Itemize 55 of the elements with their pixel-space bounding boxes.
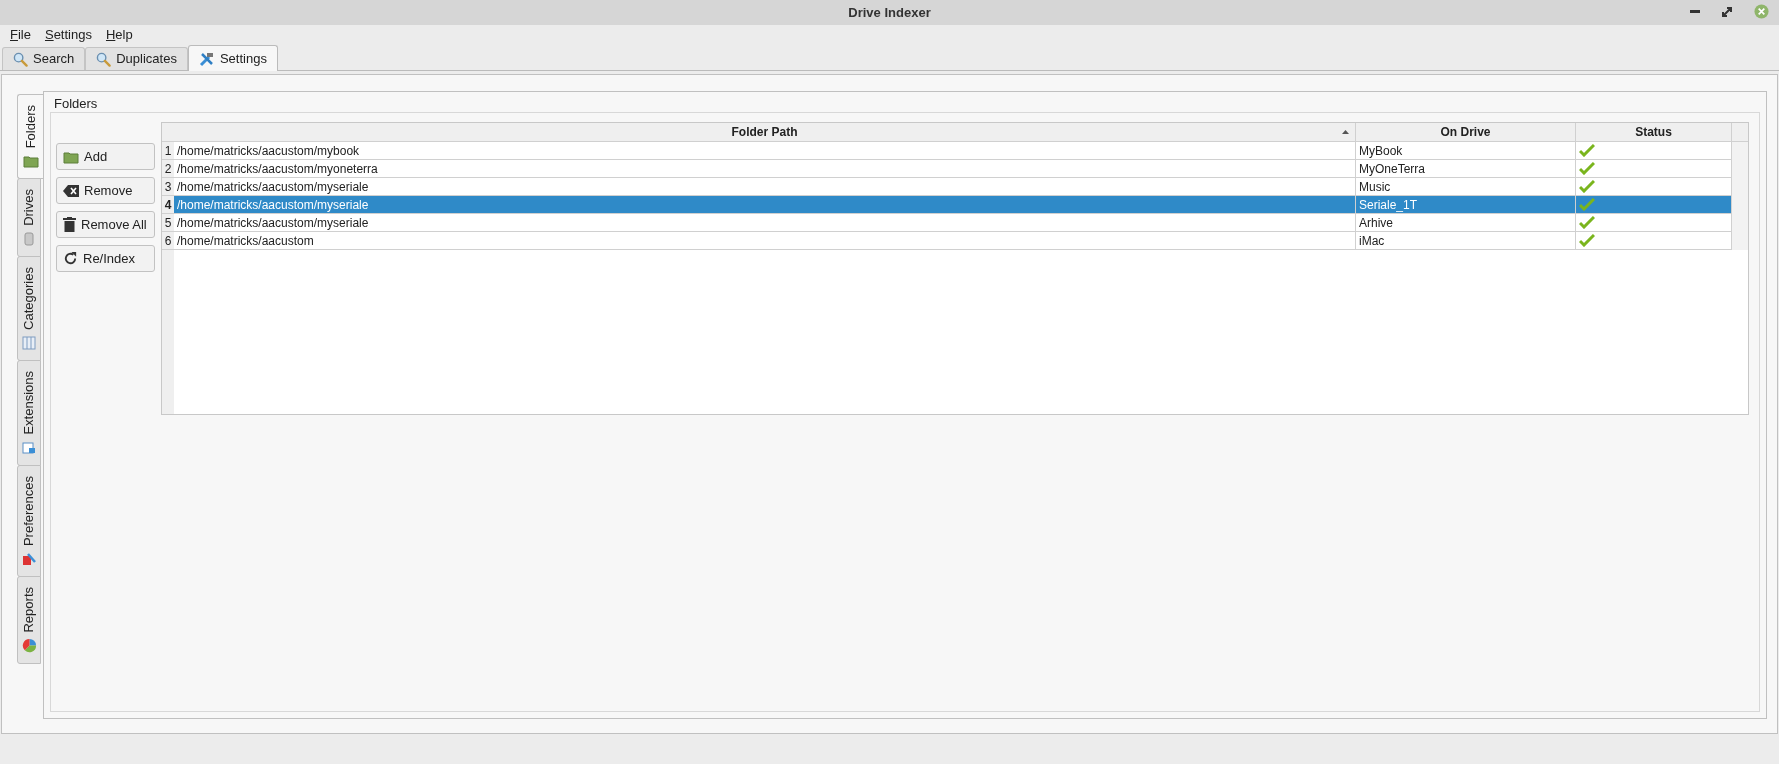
table-row[interactable]: /home/matricks/aacustom/myseriale Arhive (174, 214, 1732, 232)
tools-icon (198, 50, 215, 67)
folder-icon (63, 149, 79, 164)
trash-icon (63, 217, 76, 232)
column-header[interactable]: Folder Path (174, 123, 1356, 141)
toolbar-button[interactable]: Remove (56, 177, 155, 204)
table-cell: MyOneTerra (1356, 160, 1576, 177)
sort-arrow-icon (1342, 130, 1349, 134)
table-row[interactable]: /home/matricks/aacustom/myseriale Seriale_1T (174, 196, 1732, 214)
side-tab[interactable]: Folders (17, 94, 43, 180)
menu-item[interactable]: Help (105, 25, 133, 45)
column-header[interactable]: Status (1576, 123, 1732, 141)
side-tab[interactable]: Preferences (17, 464, 41, 577)
menu-item[interactable]: Settings (44, 25, 92, 45)
columns-icon (22, 336, 36, 351)
table-cell: /home/matricks/aacustom/myoneterra (174, 160, 1356, 177)
table-row[interactable]: /home/matricks/aacustom iMac (174, 232, 1732, 250)
toolbar-button[interactable]: Add (56, 143, 155, 170)
document-icon (22, 440, 36, 455)
side-tab[interactable]: Reports (17, 575, 41, 665)
refresh-icon (63, 251, 78, 266)
toolbar-button[interactable]: Re/Index (56, 245, 155, 272)
table-row[interactable]: /home/matricks/aacustom/mybook MyBook (174, 142, 1732, 160)
toolbar-button[interactable]: Remove All (56, 211, 155, 238)
side-tab[interactable]: Drives (17, 178, 41, 258)
table-cell: /home/matricks/aacustom (174, 232, 1356, 249)
table-cell: Seriale_1T (1356, 196, 1576, 213)
window-title: Drive Indexer (848, 3, 931, 22)
section-title: Folders (53, 95, 99, 112)
tab[interactable]: Search (2, 47, 86, 70)
preferences-icon (22, 551, 36, 566)
menu-item[interactable]: File (10, 25, 31, 45)
table-cell: /home/matricks/aacustom/myseriale (174, 214, 1356, 231)
table-cell: /home/matricks/aacustom/myseriale (174, 196, 1356, 213)
table-cell: iMac (1356, 232, 1576, 249)
folder-icon (22, 154, 39, 169)
column-header[interactable]: On Drive (1356, 123, 1576, 141)
table-cell: MyBook (1356, 142, 1576, 159)
pie-chart-icon (21, 638, 37, 654)
table-cell: Arhive (1356, 214, 1576, 231)
maximize-icon[interactable] (1722, 6, 1732, 17)
backspace-icon (63, 184, 79, 197)
table-row[interactable]: /home/matricks/aacustom/myseriale Music (174, 178, 1732, 196)
table-row[interactable]: /home/matricks/aacustom/myoneterra MyOneTerra (174, 160, 1732, 178)
magnifier-icon (13, 51, 28, 67)
magnifier-icon (96, 51, 112, 67)
tab[interactable]: Duplicates (85, 47, 188, 70)
side-tab[interactable]: Categories (17, 256, 41, 362)
side-tab[interactable]: Extensions (17, 360, 41, 466)
minimize-icon[interactable] (1690, 9, 1700, 14)
drive-icon (23, 232, 35, 247)
table-cell: /home/matricks/aacustom/myseriale (174, 178, 1356, 195)
tab[interactable]: Settings (187, 45, 278, 71)
table-cell: Music (1356, 178, 1576, 195)
table-cell: /home/matricks/aacustom/mybook (174, 142, 1356, 159)
